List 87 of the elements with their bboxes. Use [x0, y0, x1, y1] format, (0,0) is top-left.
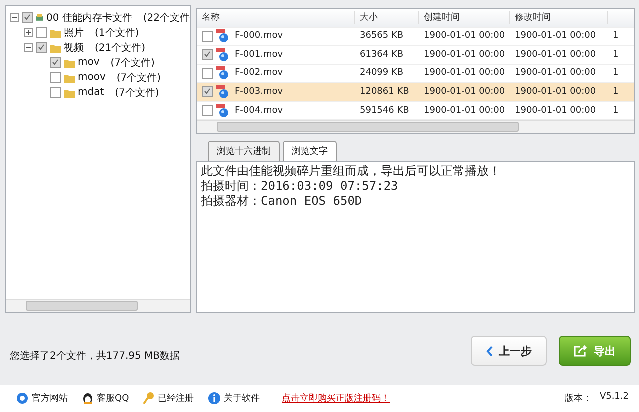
selection-status: 您选择了2个文件，共177.95 MB数据	[10, 350, 180, 363]
column-header[interactable]: 修改时间	[510, 11, 608, 24]
modified-cell-text: 1900-01-01 00:00	[514, 68, 598, 78]
version-label: 版本：	[564, 392, 592, 405]
tree-item-label[interactable]: mov	[78, 57, 100, 68]
tree-item-label[interactable]: moov	[78, 72, 106, 83]
horizontal-scrollbar[interactable]	[197, 120, 634, 133]
created-cell-text: 1900-01-01 00:00	[423, 86, 506, 97]
export-icon	[574, 345, 588, 357]
file-count: (21个文件)	[95, 42, 146, 54]
footer-link[interactable]: 已经注册	[143, 392, 194, 405]
table-cell-text: 1	[612, 50, 620, 60]
tab[interactable]: 浏览文字	[283, 141, 337, 161]
size-cell-text: 24099 KB	[359, 68, 405, 78]
tree-checkbox[interactable]	[50, 57, 61, 68]
file-row[interactable]: F-004.mov 591546 KB 1900-01-01 00:00 1900-01-01 00:00 1	[197, 102, 634, 120]
tab[interactable]: 浏览十六进制	[208, 141, 280, 161]
size-cell-text: 36565 KB	[359, 31, 405, 42]
row-checkbox[interactable]	[202, 30, 213, 42]
row-checkbox[interactable]	[202, 68, 213, 79]
info-icon	[208, 392, 222, 405]
column-header[interactable]: 创建时间	[419, 11, 510, 24]
folder-icon	[50, 28, 61, 38]
tree-item-label[interactable]: mdat	[78, 87, 104, 98]
column-header[interactable]: 名称	[197, 11, 355, 24]
table-cell-text: 1	[612, 86, 620, 97]
file-count: (7个文件)	[116, 72, 162, 84]
file-row[interactable]: F-000.mov 36565 KB 1900-01-01 00:00 1900-01-01 00:00 1	[197, 28, 634, 46]
tree-item-label[interactable]: 视频	[64, 40, 84, 54]
collapse-toggle[interactable]	[24, 43, 33, 52]
tree-item-label[interactable]: 00 佳能内存卡文件	[46, 10, 132, 24]
purchase-link[interactable]: 点击立即购买正版注册码！	[282, 392, 390, 405]
file-name: F-003.mov	[235, 86, 284, 97]
chevron-left-icon	[486, 346, 493, 356]
modified-cell-text: 1900-01-01 00:00	[514, 86, 598, 97]
row-checkbox[interactable]	[202, 49, 213, 60]
created-cell-text: 1900-01-01 00:00	[423, 106, 506, 116]
created-cell-text: 1900-01-01 00:00	[423, 50, 506, 60]
folder-icon	[64, 58, 75, 68]
file-name: F-001.mov	[235, 50, 284, 60]
modified-cell-text: 1900-01-01 00:00	[514, 50, 598, 60]
size-cell-text: 61364 KB	[359, 50, 405, 60]
tree-checkbox[interactable]	[50, 72, 61, 83]
collapse-toggle[interactable]	[10, 13, 19, 22]
file-name: F-004.mov	[235, 106, 284, 116]
footer-link[interactable]: 官方网站	[16, 392, 68, 405]
preview-line: 拍摄器材：Canon EOS 650D	[201, 194, 364, 209]
row-checkbox[interactable]	[202, 105, 213, 116]
folder-icon	[50, 42, 61, 52]
modified-cell-text: 1900-01-01 00:00	[514, 106, 598, 116]
file-name: F-000.mov	[235, 31, 284, 42]
file-count: (1个文件)	[95, 26, 140, 40]
tree-checkbox[interactable]	[36, 42, 47, 53]
tree-checkbox[interactable]	[50, 87, 61, 98]
preview-line: 此文件由佳能视频碎片重组而成，导出后可以正常播放！	[201, 164, 502, 179]
footer-link[interactable]: 客服QQ	[82, 392, 130, 405]
file-row[interactable]: F-001.mov 61364 KB 1900-01-01 00:00 1900-01-01 00:00 1	[197, 46, 634, 65]
file-count: (22个文件	[143, 12, 190, 24]
horizontal-scrollbar[interactable]	[6, 299, 190, 312]
table-cell-text: 1	[612, 31, 620, 42]
column-header[interactable]: 大小	[355, 11, 419, 24]
tree-checkbox[interactable]	[36, 27, 47, 38]
expand-toggle[interactable]	[24, 28, 33, 37]
footer-link[interactable]: 关于软件	[208, 392, 260, 405]
version-number: V5.1.2	[600, 392, 629, 404]
tree-checkbox[interactable]	[22, 12, 33, 23]
file-count: (7个文件)	[115, 86, 160, 100]
row-checkbox[interactable]	[202, 86, 213, 98]
modified-cell-text: 1900-01-01 00:00	[514, 31, 598, 42]
created-cell-text: 1900-01-01 00:00	[423, 31, 506, 42]
file-row[interactable]: F-002.mov 24099 KB 1900-01-01 00:00 1900-01-01 00:00 1	[197, 64, 634, 84]
key-icon	[143, 392, 156, 405]
size-cell-text: 120861 KB	[359, 86, 410, 97]
table-cell-text: 1	[612, 68, 620, 78]
table-cell-text: 1	[612, 106, 620, 116]
created-cell-text: 1900-01-01 00:00	[423, 68, 506, 78]
file-count: (7个文件)	[110, 56, 155, 70]
preview-line: 拍摄时间：2016:03:09 07:57:23	[201, 179, 400, 194]
back-button[interactable]: 上一步	[471, 336, 547, 366]
folder-icon	[64, 72, 75, 82]
size-cell-text: 591546 KB	[359, 106, 410, 116]
tree-item-label[interactable]: 照片	[64, 26, 84, 40]
folder-icon	[64, 88, 75, 98]
file-row[interactable]: F-003.mov 120861 KB 1900-01-01 00:00 1900-01-01 00:00 1	[197, 83, 634, 102]
drive-icon	[36, 12, 44, 23]
penguin-icon	[82, 392, 94, 405]
file-name: F-002.mov	[235, 68, 284, 78]
